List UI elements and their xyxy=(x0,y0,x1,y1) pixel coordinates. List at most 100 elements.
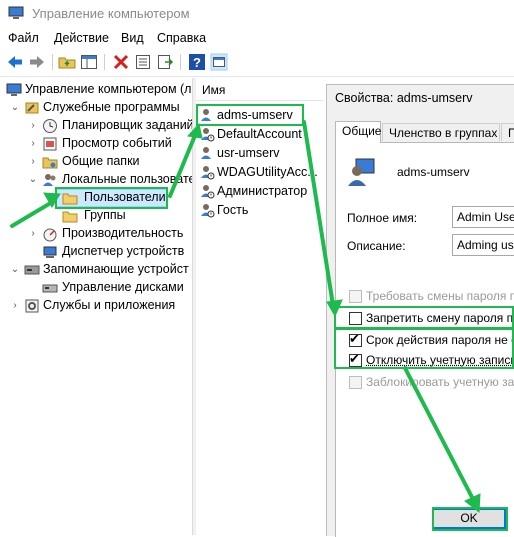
title-bar: Управление компьютером xyxy=(0,0,514,28)
up-folder-icon[interactable] xyxy=(58,53,76,71)
user-avatar-icon xyxy=(346,157,376,187)
menu-bar: Файл Действие Вид Справка xyxy=(0,28,514,50)
users-list: Имя adms-umserv DefaultAccount usr-umser… xyxy=(196,78,324,535)
tree-item-label: Службы и приложения xyxy=(43,298,175,312)
general-tab-content: adms-umserv Полное имя: Admin User Описа… xyxy=(335,142,514,537)
tree-item-label: Диспетчер устройств xyxy=(62,244,184,258)
user-icon xyxy=(199,183,215,199)
chevron-right-icon[interactable]: › xyxy=(28,225,38,243)
tree-item-services[interactable]: › Службы и приложения xyxy=(0,297,192,315)
window-title: Управление компьютером xyxy=(32,6,190,21)
tree-item-performance[interactable]: › Производительность xyxy=(0,225,192,243)
chevron-down-icon[interactable]: ⌄ xyxy=(28,171,38,189)
tree-item-disk-management[interactable]: Управление дисками xyxy=(0,279,192,297)
toolbar-separator xyxy=(180,54,181,70)
tab-profile[interactable]: Про xyxy=(501,123,514,141)
list-item-label: Гость xyxy=(217,203,248,217)
device-manager-icon xyxy=(42,244,58,260)
tree-item-label: Служебные программы xyxy=(43,100,180,114)
tree-item-label: Запоминающие устройст xyxy=(43,262,189,276)
menu-help[interactable]: Справка xyxy=(157,31,206,45)
list-item[interactable]: WDAGUtilityAcc... xyxy=(196,163,324,182)
tree-item-label: Группы xyxy=(84,208,126,222)
checkbox-label: Запретить смену пароля поль xyxy=(366,311,514,325)
list-item[interactable]: Гость xyxy=(196,201,324,220)
help-icon[interactable]: ? xyxy=(188,53,206,71)
export-icon[interactable] xyxy=(156,53,174,71)
list-item-label: DefaultAccount xyxy=(217,127,302,141)
user-icon xyxy=(199,164,215,180)
list-item[interactable]: adms-umserv xyxy=(196,106,324,125)
list-item-label: Администратор xyxy=(217,184,307,198)
tree-item-label: Управление дисками xyxy=(62,280,184,294)
chevron-down-icon[interactable]: ⌄ xyxy=(10,99,20,117)
computer-management-icon xyxy=(8,6,24,20)
list-item-label: usr-umserv xyxy=(217,146,280,160)
chevron-right-icon[interactable]: › xyxy=(28,117,38,135)
tree-item-task-scheduler[interactable]: › Планировщик заданий xyxy=(0,117,192,135)
column-header-name[interactable]: Имя xyxy=(196,80,324,101)
full-name-field[interactable]: Admin User xyxy=(452,206,514,228)
tree-item-device-manager[interactable]: Диспетчер устройств xyxy=(0,243,192,261)
list-item[interactable]: Администратор xyxy=(196,182,324,201)
checkbox-label: Требовать смены пароля при xyxy=(366,289,514,303)
tree-item-local-users[interactable]: ⌄ Локальные пользовате xyxy=(0,171,192,189)
description-field[interactable]: Adming user xyxy=(452,234,514,256)
shared-folder-icon xyxy=(42,154,58,170)
tree-item-label: Управление компьютером (л xyxy=(25,82,191,96)
check-icon: ✔ xyxy=(349,332,360,346)
show-hide-tree-icon[interactable] xyxy=(80,53,98,71)
dialog-title: Свойства: adms-umserv xyxy=(335,91,473,105)
description-label: Описание: xyxy=(347,239,406,253)
tab-member-of[interactable]: Членство в группах xyxy=(382,123,500,141)
full-name-label: Полное имя: xyxy=(347,211,417,225)
chevron-right-icon[interactable]: › xyxy=(10,297,20,315)
list-item-label: adms-umserv xyxy=(217,108,293,122)
tree-item-event-viewer[interactable]: › Просмотр событий xyxy=(0,135,192,153)
account-disabled-checkbox[interactable]: ✔ xyxy=(349,354,362,367)
tree-item-groups[interactable]: Группы xyxy=(0,207,192,225)
toolbar-separator xyxy=(104,54,105,70)
back-arrow-icon[interactable] xyxy=(6,53,24,71)
checkbox-label: Срок действия пароля не огра xyxy=(366,333,514,347)
performance-icon xyxy=(42,226,58,242)
chevron-right-icon[interactable]: › xyxy=(28,135,38,153)
cannot-change-password-checkbox[interactable] xyxy=(349,312,362,325)
properties-icon[interactable] xyxy=(134,53,152,71)
menu-action[interactable]: Действие xyxy=(54,31,109,45)
toolbar: ? xyxy=(0,50,514,77)
clock-icon xyxy=(42,118,58,134)
password-never-expires-checkbox[interactable]: ✔ xyxy=(349,334,362,347)
must-change-password-checkbox[interactable] xyxy=(349,290,362,303)
menu-view[interactable]: Вид xyxy=(121,31,144,45)
user-icon xyxy=(199,126,215,142)
menu-file[interactable]: Файл xyxy=(8,31,39,45)
chevron-down-icon[interactable]: ⌄ xyxy=(10,261,20,279)
tree-item-storage[interactable]: ⌄ Запоминающие устройст xyxy=(0,261,192,279)
computer-icon xyxy=(6,82,22,98)
user-icon xyxy=(199,202,215,218)
tree-item-shared-folders[interactable]: › Общие папки xyxy=(0,153,192,171)
tree-item-system-tools[interactable]: ⌄ Служебные программы xyxy=(0,99,192,117)
services-icon xyxy=(24,298,40,314)
check-icon: ✔ xyxy=(349,352,360,366)
list-item-label: WDAGUtilityAcc... xyxy=(217,165,318,179)
tree-item-label: Производительность xyxy=(62,226,183,240)
tree-item-label: Планировщик заданий xyxy=(62,118,192,132)
account-locked-checkbox[interactable] xyxy=(349,376,362,389)
tab-general[interactable]: Общие xyxy=(335,121,381,143)
users-icon xyxy=(42,172,58,188)
dialog-tabs: Общие Членство в группах Про xyxy=(335,121,514,143)
chevron-right-icon[interactable]: › xyxy=(28,153,38,171)
properties-dialog: Свойства: adms-umserv Общие Членство в г… xyxy=(326,84,514,536)
view-icon[interactable] xyxy=(210,53,228,71)
list-item[interactable]: DefaultAccount xyxy=(196,125,324,144)
tree-item-computer-management[interactable]: Управление компьютером (л xyxy=(0,81,192,99)
tree-item-label: Просмотр событий xyxy=(62,136,172,150)
event-viewer-icon xyxy=(42,136,58,152)
list-item[interactable]: usr-umserv xyxy=(196,144,324,163)
ok-button[interactable]: OK xyxy=(432,508,506,529)
forward-arrow-icon[interactable] xyxy=(28,53,46,71)
delete-icon[interactable] xyxy=(112,53,130,71)
tree-item-users[interactable]: Пользователи xyxy=(0,189,192,207)
